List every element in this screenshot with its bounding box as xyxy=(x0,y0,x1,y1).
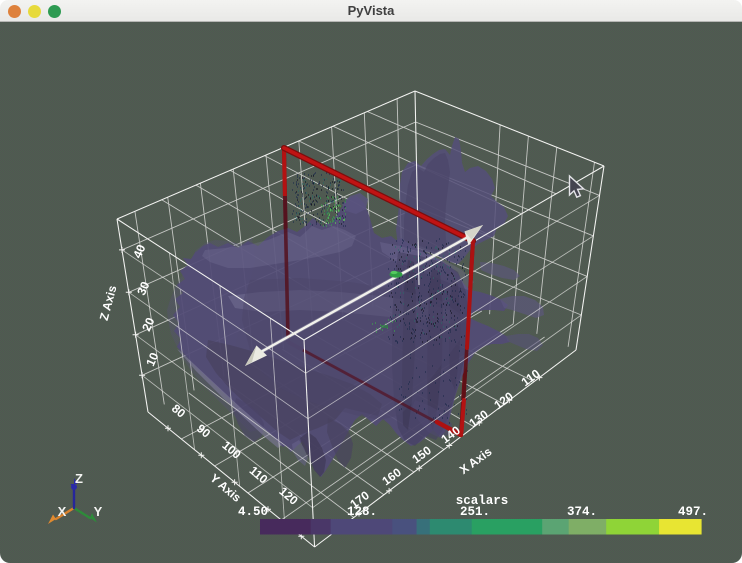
svg-text:4.50: 4.50 xyxy=(238,505,268,519)
svg-text:Z: Z xyxy=(75,471,83,486)
svg-text:497.: 497. xyxy=(678,505,708,519)
svg-text:X: X xyxy=(58,504,67,519)
svg-text:374.: 374. xyxy=(567,505,597,519)
svg-text:Y: Y xyxy=(94,504,103,519)
svg-text:251.: 251. xyxy=(460,505,490,519)
svg-text:128.: 128. xyxy=(347,505,377,519)
